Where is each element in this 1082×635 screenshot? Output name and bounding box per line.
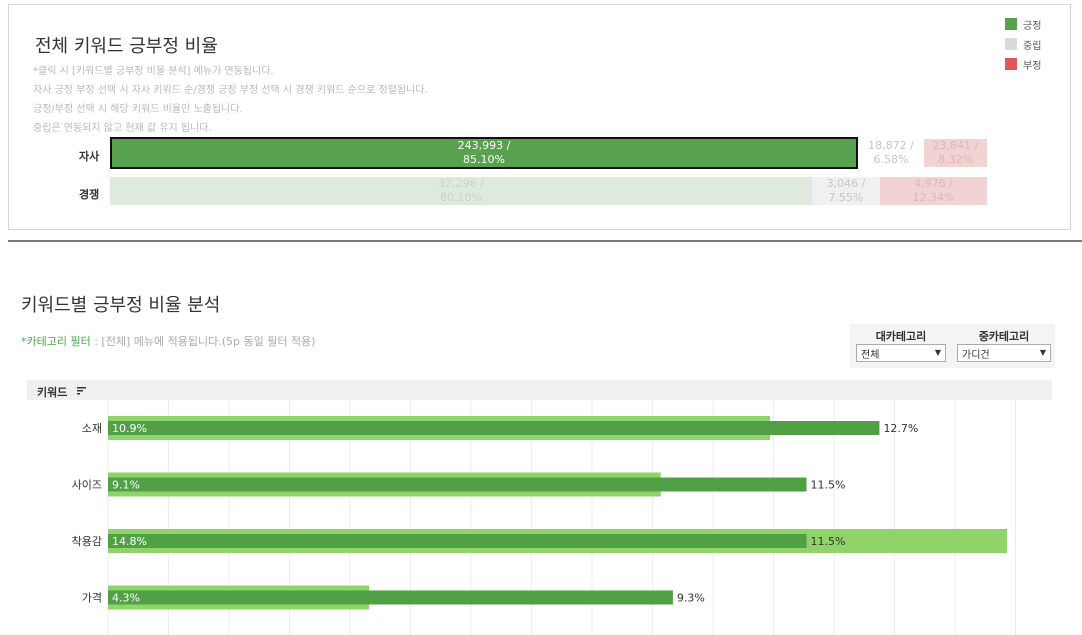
own-value-label: 11.5% [811,535,846,548]
keyword-sentiment-chart: 소재 10.9% 12.7% 사이즈 9.1% 11.5% 착용감 14.8% 11.5% 가격 4… [72,400,1016,635]
segment-percent: 80.10% [440,191,482,204]
legend-label: 부정 [1023,60,1042,72]
select-value: 전체 [861,349,880,361]
competitor-value-label: 9.1% [112,479,140,492]
own-value-label: 11.5% [811,479,846,492]
category-label[interactable]: 소재 [82,422,102,435]
category-filter-note: *카테고리 필터 : [전체] 메뉴에 적용됩니다.(5p 동일 필터 적용) [21,333,315,349]
mid-category-select[interactable]: 가디건 ▼ [957,344,1051,362]
own-neutral-segment[interactable]: 18,872 / 6.58% [858,139,924,167]
legend-swatch [1005,38,1017,50]
competitor-neutral-segment[interactable]: 3,046 / 7.55% [812,177,880,205]
note-line-2: 자사 긍정 부정 선택 시 자사 키워드 순/경쟁 긍정 부정 선택 시 경쟁 … [33,85,428,96]
own-bar [108,590,673,605]
keyword-header-label: 키워드 [37,386,68,399]
competitor-value-label: 10.9% [112,422,147,435]
legend-label: 긍정 [1023,20,1042,32]
segment-count: 4,976 / [914,177,953,190]
sort-icon[interactable] [77,387,86,395]
competitor-value-label: 4.3% [112,592,140,605]
category-label[interactable]: 착용감 [72,535,102,548]
segment-count: 23,841 / [932,139,979,152]
note-line-1: *클릭 시 [키워드별 긍부정 비율 분석] 메뉴가 연동됩니다. [33,66,274,77]
segment-percent: 7.55% [828,191,864,204]
legend-label: 중립 [1023,40,1042,52]
own-bar [108,477,807,492]
overall-sentiment-panel: 전체 키워드 긍부정 비율 *클릭 시 [키워드별 긍부정 비율 분석] 메뉴가… [8,4,1071,230]
segment-count: 243,993 / [457,139,511,152]
filter-note-text: : [전체] 메뉴에 적용됩니다.(5p 동일 필터 적용) [90,335,316,348]
own-bar [108,534,807,548]
note-line-4: 중립은 연동되지 않고 현재 값 유지 됩니다. [33,123,212,134]
competitor-negative-segment[interactable]: 4,976 / 12.34% [880,177,987,205]
category-filter-panel: 대카테고리 전체 ▼ 중카테고리 가디건 ▼ [850,324,1055,368]
filter-note-label: *카테고리 필터 [21,335,91,348]
category-label[interactable]: 사이즈 [72,479,102,492]
segment-percent: 85.10% [463,153,505,166]
category-label[interactable]: 가격 [82,592,102,605]
chevron-down-icon: ▼ [1039,348,1046,357]
legend-swatch [1005,18,1017,30]
legend-swatch [1005,58,1017,70]
chevron-down-icon: ▼ [934,348,941,357]
competitor-value-label: 14.8% [112,535,147,548]
own-positive-segment[interactable]: 243,993 / 85.10% [110,137,858,169]
section-divider [8,240,1082,242]
filter-title: 중카테고리 [978,330,1030,343]
competitor-positive-segment[interactable]: 32,296 / 80.10% [110,177,812,205]
segment-count: 32,296 / [438,177,484,190]
legend-item-neutral[interactable]: 중립 [1005,34,1041,54]
own-value-label: 12.7% [883,422,918,435]
mid-category-filter: 중카테고리 가디건 ▼ [957,328,1051,362]
own-value-label: 9.3% [677,592,705,605]
filter-title: 대카테고리 [875,330,927,343]
segment-percent: 6.58% [873,153,909,166]
segment-percent: 12.34% [912,191,955,204]
major-category-filter: 대카테고리 전체 ▼ [856,328,946,362]
legend-item-positive[interactable]: 긍정 [1005,14,1041,34]
own-negative-segment[interactable]: 23,841 / 8.32% [924,139,987,167]
keyword-analysis-title: 키워드별 긍부정 비율 분석 [21,295,221,316]
segment-count: 3,046 / [826,177,866,190]
row-label-own: 자사 [79,150,100,163]
legend-item-negative[interactable]: 부정 [1005,54,1041,74]
major-category-select[interactable]: 전체 ▼ [856,344,946,362]
overall-sentiment-title: 전체 키워드 긍부정 비율 [35,36,218,57]
segment-percent: 8.32% [938,153,973,166]
select-value: 가디건 [962,349,990,361]
note-line-3: 긍정/부정 선택 시 해당 키워드 비율만 노출됩니다. [33,104,243,115]
row-label-competitor: 경쟁 [79,188,100,201]
sentiment-legend: 긍정 중립 부정 [1005,14,1041,74]
segment-count: 18,872 / [868,139,914,152]
own-bar [108,421,880,435]
keyword-column-header: 키워드 [27,380,1052,400]
